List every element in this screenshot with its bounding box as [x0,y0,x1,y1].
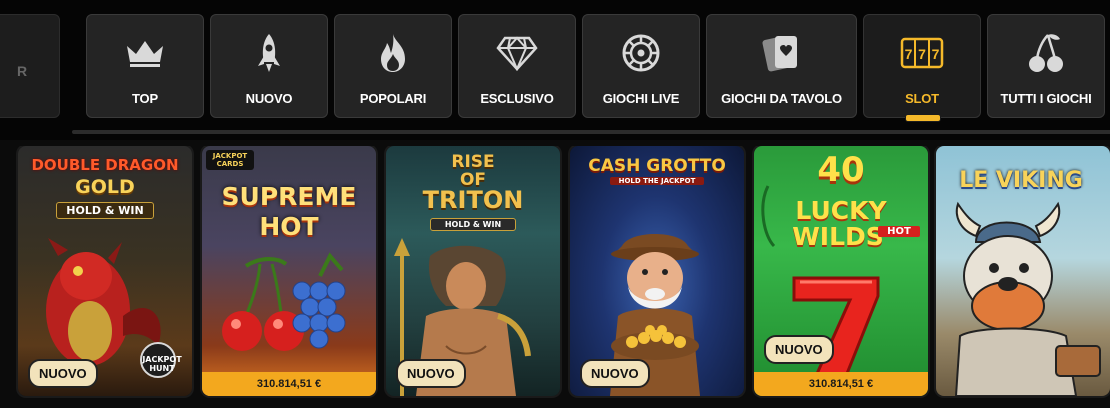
game-title-line: HOLD THE JACKPOT [610,177,704,185]
game-title-line: HOT [878,226,920,237]
tab-label: POPOLARI [359,91,427,106]
svg-text:7: 7 [932,46,940,62]
game-title-line: TRITON [422,186,524,214]
category-strip: R TOP NUOVO POPOLARI ESCLUSIVO GIOCHI LI… [0,12,1110,122]
flame-icon [371,31,415,75]
tab-label: TUTTI I GIOCHI [1000,91,1092,106]
game-title-line: CASH GROTTO [588,156,726,176]
tab-label: GIOCHI LIVE [602,91,680,106]
active-tab-indicator [905,114,941,122]
tab-label: NUOVO [245,91,293,106]
tab-top[interactable]: TOP [86,14,204,118]
tab-giochi-live[interactable]: GIOCHI LIVE [582,14,700,118]
roulette-icon [619,31,663,75]
new-badge: NUOVO [580,359,650,388]
game-title-line: LUCKY [795,196,887,225]
partial-tab-label: R [17,63,28,79]
jackpot-amount: 310.814,51 € [754,372,928,396]
category-tab-partial[interactable]: R [0,14,60,118]
jackpot-cards-logo: JACKPOT CARDS [206,150,254,170]
new-badge: NUOVO [28,359,98,388]
jackpot-hunt-logo: JACKPOT HUNT [142,355,182,373]
game-title-line: HOLD & WIN [430,218,516,231]
diamond-icon [495,31,539,75]
tab-label: SLOT [905,91,939,106]
tab-giochi-da-tavolo[interactable]: GIOCHI DA TAVOLO [706,14,857,118]
game-title-line: GOLD [75,176,135,198]
game-tile-cash-grotto[interactable]: CASH GROTTO HOLD THE JACKPOT NUOVO [570,146,744,396]
game-tile-le-viking[interactable]: LE VIKING [936,146,1110,396]
cards-icon [760,31,804,75]
tab-label: ESCLUSIVO [480,91,554,106]
new-badge: NUOVO [764,335,834,364]
game-tile-40-lucky-wilds-hot[interactable]: 40 LUCKY WILDS HOT NUOVO 310.814,51 € [754,146,928,396]
game-title-line: SUPREME [221,182,357,211]
jackpot-amount: 310.814,51 € [202,372,376,396]
tab-popolari[interactable]: POPOLARI [334,14,452,118]
game-tile-double-dragon-gold[interactable]: DOUBLE DRAGON GOLD HOLD & WIN JACKPOT HU… [18,146,192,396]
rocket-icon [247,31,291,75]
svg-text:7: 7 [918,46,926,62]
game-title-line: HOT [259,212,319,241]
game-tile-supreme-hot[interactable]: JACKPOT CARDS SUPREME HOT 310.814,51 € [202,146,376,396]
svg-text:7: 7 [905,46,913,62]
new-badge: NUOVO [396,359,466,388]
game-grid: DOUBLE DRAGON GOLD HOLD & WIN JACKPOT HU… [0,146,1110,408]
cherries-icon [1024,31,1068,75]
tab-tutti-i-giochi[interactable]: TUTTI I GIOCHI [987,14,1105,118]
game-tile-rise-of-triton[interactable]: RISE OF TRITON HOLD & WIN NUOVO [386,146,560,396]
category-bar: R TOP NUOVO POPOLARI ESCLUSIVO GIOCHI LI… [0,0,1110,140]
scroll-track[interactable] [72,130,1110,134]
game-title-line: HOLD & WIN [56,202,154,219]
game-title-line: 40 [817,150,865,190]
slot-777-icon: 777 [900,31,944,75]
crown-icon [123,31,167,75]
tab-nuovo[interactable]: NUOVO [210,14,328,118]
game-title-line: DOUBLE DRAGON [31,156,179,174]
tab-label: TOP [132,91,158,106]
game-title-line: RISE [451,152,495,172]
game-title-line: LE VIKING [959,168,1083,193]
tab-label: GIOCHI DA TAVOLO [721,91,842,106]
tab-slot[interactable]: 777 SLOT [863,14,981,122]
tab-esclusivo[interactable]: ESCLUSIVO [458,14,576,118]
